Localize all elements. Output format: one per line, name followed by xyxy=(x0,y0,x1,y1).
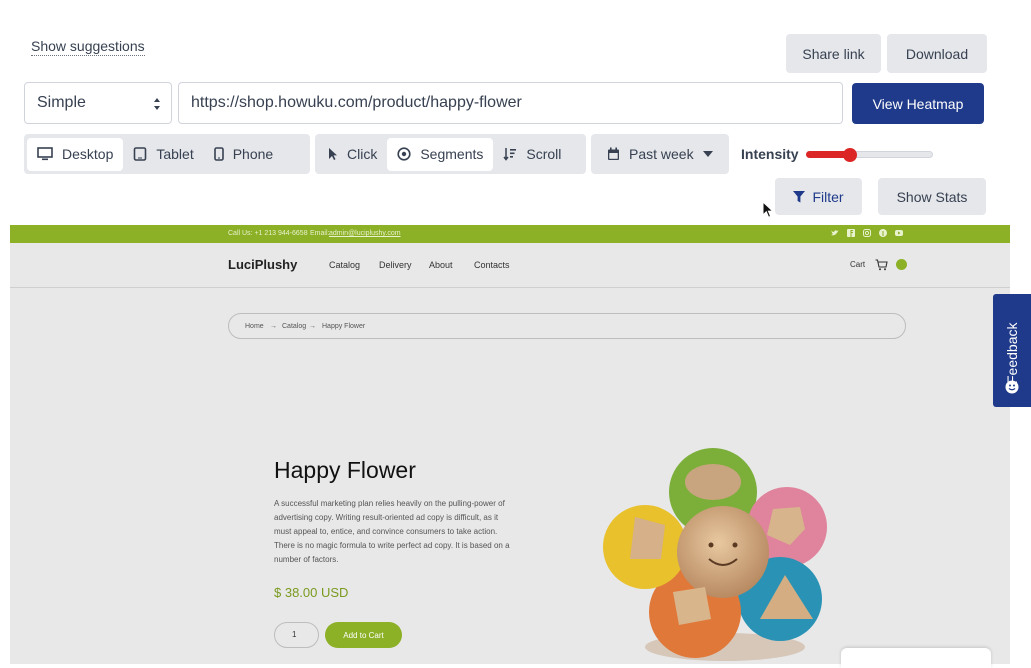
site-breadcrumb: Home → Catalog → Happy Flower xyxy=(228,313,906,339)
breadcrumb-arrow-icon: → xyxy=(270,323,277,330)
youtube-icon[interactable] xyxy=(895,229,903,237)
site-nav-delivery[interactable]: Delivery xyxy=(379,260,412,270)
mode-segments-label: Segments xyxy=(420,146,484,162)
share-link-button[interactable]: Share link xyxy=(786,34,881,73)
chat-widget-card[interactable] xyxy=(841,648,991,668)
mode-click-label: Click xyxy=(347,146,378,162)
date-range-dropdown[interactable]: Past week xyxy=(591,134,729,174)
site-cart-label[interactable]: Cart xyxy=(850,260,865,269)
download-button[interactable]: Download xyxy=(887,34,987,73)
page-preview[interactable]: Call Us: +1 213 944-6658 Email: admin@lu… xyxy=(10,225,1010,664)
tablet-icon xyxy=(134,147,147,161)
device-tablet-label: Tablet xyxy=(156,146,194,162)
breadcrumb-current: Happy Flower xyxy=(322,323,366,330)
mouse-cursor-icon xyxy=(762,201,774,218)
feedback-smile-icon xyxy=(1005,380,1019,394)
device-desktop-label: Desktop xyxy=(62,146,114,162)
pointer-icon xyxy=(329,148,337,160)
breadcrumb-arrow-icon: → xyxy=(309,323,316,330)
site-email[interactable]: admin@luciplushy.com xyxy=(329,230,401,237)
filter-label: Filter xyxy=(812,188,844,205)
filter-icon xyxy=(793,190,806,202)
show-suggestions-link[interactable]: Show suggestions xyxy=(31,37,145,56)
device-phone-button[interactable]: Phone xyxy=(204,138,283,171)
breadcrumb-home[interactable]: Home xyxy=(245,323,264,330)
view-heatmap-button[interactable]: View Heatmap xyxy=(852,83,984,124)
site-email-prefix: Email: xyxy=(310,230,330,237)
product-price: $ 38.00 USD xyxy=(274,585,349,600)
filter-button[interactable]: Filter xyxy=(775,178,862,215)
device-toggle-group: Desktop Tablet Phone xyxy=(24,134,310,174)
intensity-slider-thumb[interactable] xyxy=(843,148,857,162)
select-arrows-icon xyxy=(154,98,160,110)
device-desktop-button[interactable]: Desktop xyxy=(27,137,124,171)
phone-icon xyxy=(213,147,224,161)
feedback-tab[interactable]: Feedback xyxy=(993,294,1031,407)
device-tablet-button[interactable]: Tablet xyxy=(123,138,203,171)
feedback-label: Feedback xyxy=(1004,322,1020,384)
product-description: A successful marketing plan relies heavi… xyxy=(274,499,510,564)
cart-count-badge xyxy=(896,259,907,270)
date-range-label: Past week xyxy=(629,146,694,162)
show-stats-button[interactable]: Show Stats xyxy=(878,178,986,215)
site-nav-catalog[interactable]: Catalog xyxy=(329,260,360,270)
mode-click-button[interactable]: Click xyxy=(318,138,387,171)
heatmap-mode-group: Click Segments Scroll xyxy=(315,134,586,174)
site-phone: Call Us: +1 213 944-6658 xyxy=(228,230,308,237)
breadcrumb-catalog[interactable]: Catalog xyxy=(282,323,306,330)
product-image xyxy=(603,448,827,661)
cart-icon[interactable] xyxy=(875,259,888,271)
instagram-icon[interactable] xyxy=(863,229,871,237)
facebook-icon[interactable] xyxy=(847,229,855,237)
heatmap-type-value: Simple xyxy=(37,94,86,111)
caret-down-icon xyxy=(702,151,713,157)
site-nav-about[interactable]: About xyxy=(429,260,453,270)
mode-segments-button[interactable]: Segments xyxy=(387,137,494,171)
site-nav-contacts[interactable]: Contacts xyxy=(474,260,510,270)
mode-scroll-label: Scroll xyxy=(526,146,562,162)
pinterest-icon[interactable] xyxy=(879,229,887,237)
sort-icon xyxy=(503,148,517,161)
target-icon xyxy=(397,147,411,161)
twitter-icon[interactable] xyxy=(831,229,839,237)
heatmap-type-select[interactable]: Simple xyxy=(24,82,172,124)
site-header: LuciPlushy Catalog Delivery About Contac… xyxy=(10,243,1010,288)
calendar-icon xyxy=(608,147,619,160)
url-input[interactable]: https://shop.howuku.com/product/happy-fl… xyxy=(178,82,843,124)
desktop-icon xyxy=(37,147,53,161)
site-topbar: Call Us: +1 213 944-6658 Email: admin@lu… xyxy=(10,225,1010,243)
device-phone-label: Phone xyxy=(232,146,274,162)
quantity-input[interactable]: 1 xyxy=(274,622,319,648)
add-to-cart-button[interactable]: Add to Cart xyxy=(325,622,402,648)
product-title: Happy Flower xyxy=(274,457,416,483)
date-range-button[interactable]: Past week xyxy=(594,138,723,171)
mode-scroll-button[interactable]: Scroll xyxy=(493,138,571,171)
site-logo[interactable]: LuciPlushy xyxy=(228,257,297,272)
intensity-label: Intensity xyxy=(741,146,799,162)
